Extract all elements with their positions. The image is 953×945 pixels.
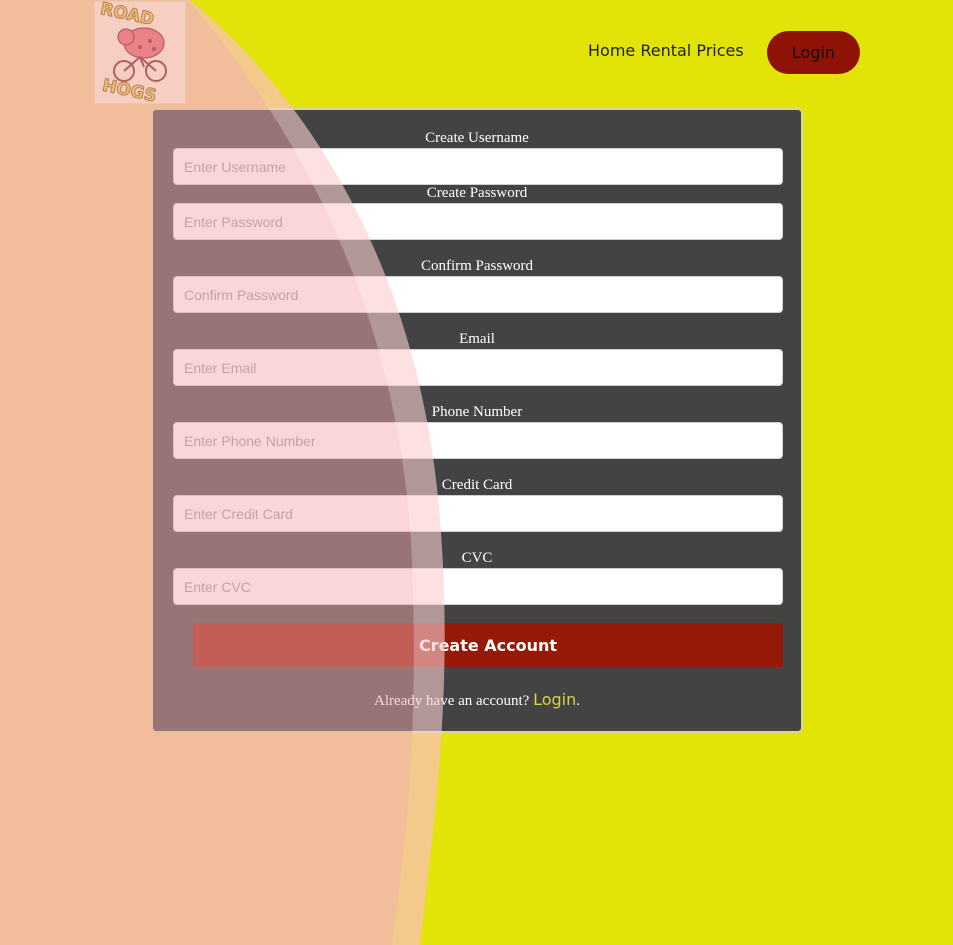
username-label: Create Username (425, 130, 529, 146)
username-input[interactable] (173, 148, 783, 185)
pig-cyclist-icon: ROAD HOGS (98, 0, 167, 107)
create-account-button[interactable]: Create Account (193, 623, 783, 667)
road-hogs-logo[interactable]: ROAD HOGS (94, 0, 186, 107)
login-prompt-text: Already have an account? (373, 693, 530, 709)
phone-input[interactable] (173, 422, 783, 459)
email-input[interactable] (173, 349, 783, 386)
login-suffix: . (576, 693, 580, 709)
login-link[interactable]: Login (533, 690, 576, 709)
password-label: Create Password (426, 185, 528, 201)
nav-login-button[interactable]: Login (767, 31, 860, 74)
nav-home-rental-prices[interactable]: Home Rental Prices (588, 41, 744, 60)
cvc-input[interactable] (173, 568, 783, 605)
svg-text:ROAD: ROAD (98, 1, 155, 30)
credit-card-label: Credit Card (441, 477, 513, 493)
confirm-password-label: Confirm Password (420, 258, 534, 274)
phone-label: Phone Number (431, 404, 523, 420)
cvc-label: CVC (461, 550, 493, 566)
signup-form-card: Create Username Create Password Confirm … (151, 108, 803, 733)
confirm-password-input[interactable] (173, 276, 783, 313)
login-prompt-line: Already have an account? Login. (153, 690, 801, 710)
email-label: Email (459, 331, 495, 347)
credit-card-input[interactable] (173, 495, 783, 532)
password-input[interactable] (173, 203, 783, 240)
